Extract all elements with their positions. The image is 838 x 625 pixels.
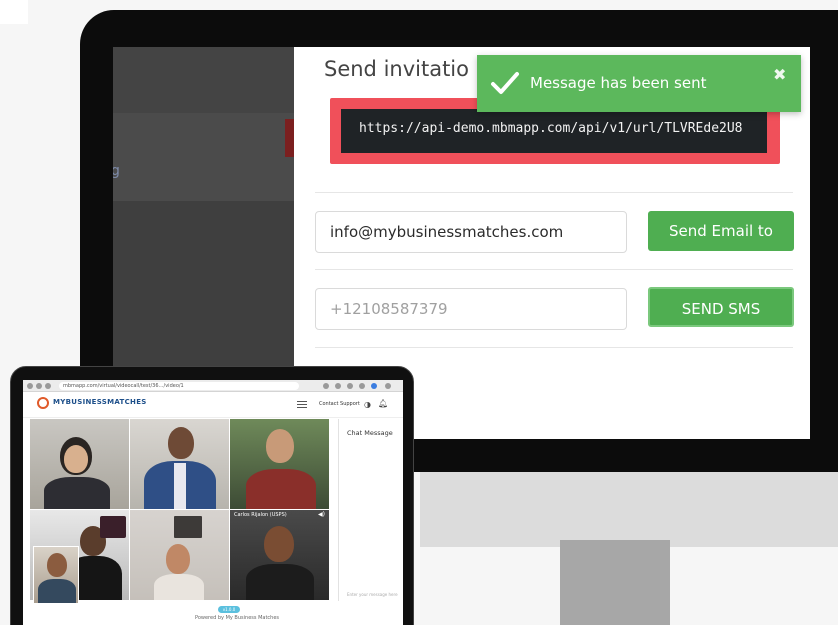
dimmed-header [113,47,294,113]
speaker-icon[interactable]: ◀︎) [318,511,325,518]
video-tile[interactable]: Carlos Rijalon (USPS) ◀︎) [230,510,329,600]
send-email-button[interactable]: Send Email to [648,211,794,251]
check-icon [491,72,519,94]
divider [315,347,793,348]
reload-icon[interactable] [45,383,51,389]
laptop: mbmapp.com/virtual/videocall/test/36…/vi… [10,366,414,625]
footer-text: Powered by My Business Matches [195,615,280,621]
browser-toolbar: mbmapp.com/virtual/videocall/test/36…/vi… [23,380,403,392]
extension-icon[interactable] [347,383,353,389]
extension-icon[interactable] [323,383,329,389]
version-badge: v1.0.0 [218,606,240,613]
participant-name: Carlos Rijalon (USPS) [234,512,287,518]
phone-field[interactable]: +12108587379 [315,288,627,330]
toast-message: Message has been sent [530,74,707,92]
video-tile[interactable] [30,419,129,509]
monitor-chin [420,472,838,547]
app-header: MYBUSINESSMATCHES Contact Support ◑ 🔔︎ [23,392,403,418]
extension-icon[interactable] [359,383,365,389]
profile-icon[interactable] [371,383,377,389]
extension-icon[interactable] [335,383,341,389]
app-logo[interactable]: MYBUSINESSMATCHES [53,398,147,406]
logo-icon [37,397,49,409]
success-toast: Message has been sent ✖ [477,55,801,112]
dimmed-text: g [113,163,120,179]
bell-icon[interactable]: 🔔︎ [378,399,388,408]
contact-support-link[interactable]: Contact Support [319,401,360,407]
dimmed-red-button [285,119,294,157]
chat-input[interactable]: Enter your message here [347,592,398,597]
self-view-tile[interactable] [33,546,79,604]
send-sms-button[interactable]: SEND SMS [648,287,794,327]
menu-icon[interactable] [385,383,391,389]
email-field[interactable]: info@mybusinessmatches.com [315,211,627,253]
invitation-url[interactable]: https://api-demo.mbmapp.com/api/v1/url/T… [341,109,767,153]
hamburger-icon[interactable] [297,401,307,408]
modal-title: Send invitatio [324,57,469,81]
divider [315,269,793,270]
chat-panel: Chat Message Enter your message here [338,419,403,601]
video-tile[interactable] [130,510,229,600]
forward-icon[interactable] [36,383,42,389]
contrast-icon[interactable]: ◑ [364,400,371,409]
corner-notch [0,0,28,24]
laptop-screen: mbmapp.com/virtual/videocall/test/36…/vi… [23,380,403,625]
close-icon[interactable]: ✖ [773,65,786,84]
address-bar[interactable]: mbmapp.com/virtual/videocall/test/36…/vi… [59,382,299,390]
video-tile[interactable] [230,419,329,509]
divider [315,192,793,193]
video-tile[interactable] [130,419,229,509]
chat-title: Chat Message [347,429,393,437]
monitor-stand [560,540,670,625]
back-icon[interactable] [27,383,33,389]
